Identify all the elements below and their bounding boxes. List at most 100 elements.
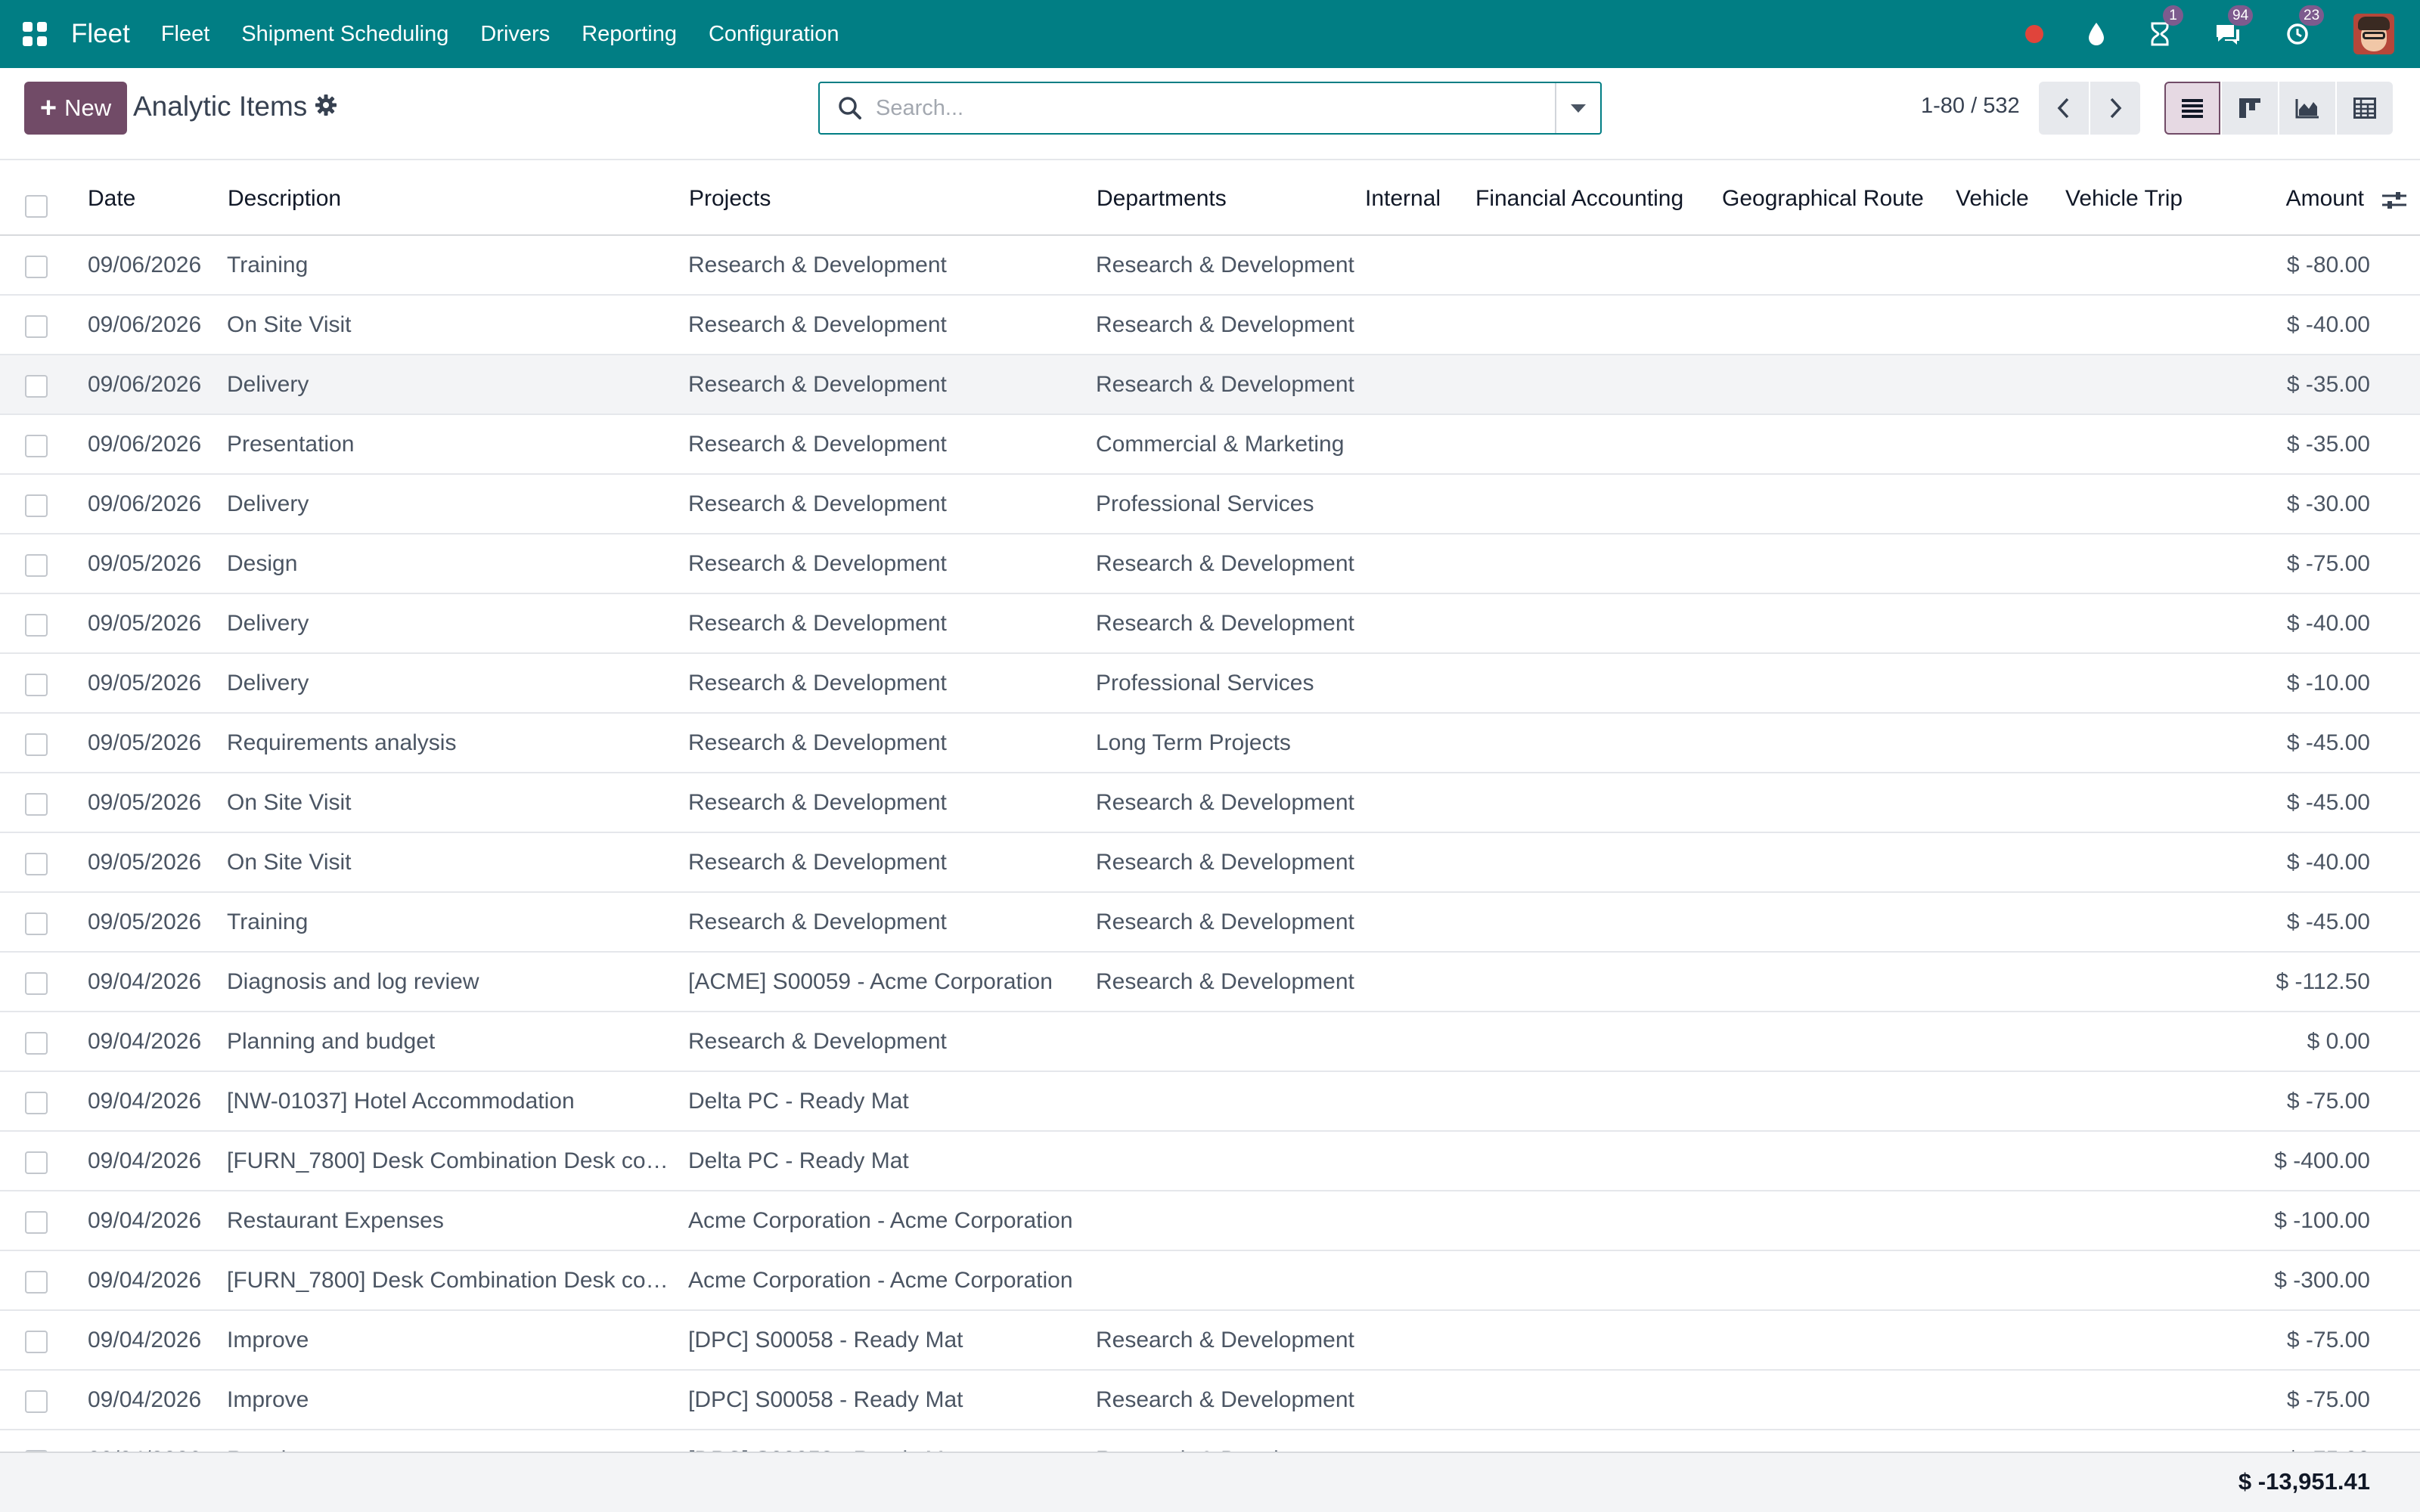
cell-description: [NW-01037] Hotel Accommodation [227, 1089, 575, 1114]
row-select-checkbox[interactable] [25, 315, 48, 338]
gear-icon[interactable] [315, 94, 337, 116]
menu-item-reporting[interactable]: Reporting [566, 22, 693, 47]
row-select-checkbox[interactable] [25, 674, 48, 696]
cell-project: Research & Development [688, 491, 947, 516]
column-header-description[interactable]: Description [228, 186, 341, 212]
cell-department: Research & Development [1096, 312, 1354, 337]
cell-project: Research & Development [688, 790, 947, 815]
table-row[interactable]: 09/06/2026 Presentation Research & Develop… [0, 415, 2420, 475]
cell-project: [DPC] S00058 - Ready Mat [688, 1387, 963, 1412]
row-select-checkbox[interactable] [25, 494, 48, 517]
column-header-date[interactable]: Date [88, 186, 135, 212]
table-row[interactable]: 09/05/2026 On Site Visit Research & Develo… [0, 833, 2420, 893]
cell-amount: $ -75.00 [2286, 1089, 2370, 1114]
row-select-checkbox[interactable] [25, 554, 48, 577]
row-select-checkbox[interactable] [25, 1331, 48, 1353]
graph-view-button[interactable] [2279, 82, 2335, 135]
row-select-checkbox[interactable] [25, 912, 48, 935]
table-row[interactable]: 09/04/2026 Improve [DPC] S00058 - Ready Ma… [0, 1311, 2420, 1371]
search-options-toggle[interactable] [1555, 83, 1600, 133]
activity-icon[interactable]: 1 [2149, 5, 2183, 46]
row-select-checkbox[interactable] [25, 1271, 48, 1294]
table-row[interactable]: 09/04/2026 Improve [DPC] S00058 - Ready Ma… [0, 1371, 2420, 1430]
app-brand[interactable]: Fleet [71, 19, 130, 49]
table-row[interactable]: 09/06/2026 Training Research & Development… [0, 236, 2420, 296]
row-select-checkbox[interactable] [25, 614, 48, 637]
column-header-vehicle-trip[interactable]: Vehicle Trip [2065, 186, 2183, 212]
select-all-checkbox[interactable] [25, 195, 48, 218]
table-row[interactable]: 09/06/2026 On Site Visit Research & Develo… [0, 296, 2420, 355]
table-footer: $ -13,951.41 [0, 1452, 2420, 1512]
table-row[interactable]: 09/05/2026 Design Research & Development Re… [0, 534, 2420, 594]
table-row[interactable]: 09/05/2026 Training Research & Development… [0, 893, 2420, 953]
cell-amount: $ -45.00 [2286, 790, 2370, 815]
search-icon [839, 97, 861, 119]
top-navbar: Fleet Fleet Shipment Scheduling Drivers … [0, 0, 2420, 68]
row-select-checkbox[interactable] [25, 853, 48, 875]
row-select-checkbox[interactable] [25, 1390, 48, 1413]
clock-icon[interactable]: 23 [2285, 5, 2325, 46]
pager-value[interactable]: 1-80 / 532 [1921, 94, 2020, 119]
column-header-vehicle[interactable]: Vehicle [1956, 186, 2029, 212]
pager-next-button[interactable] [2090, 82, 2140, 135]
table-row[interactable]: 09/06/2026 Delivery Research & Development… [0, 475, 2420, 534]
row-select-checkbox[interactable] [25, 733, 48, 756]
table-row[interactable]: 09/04/2026 Planning and budget Research & … [0, 1012, 2420, 1072]
row-select-checkbox[interactable] [25, 793, 48, 816]
cell-description: Improve [227, 1387, 309, 1412]
table-row[interactable]: 09/04/2026Repair[DPC] S00058 - Ready Mat… [0, 1430, 2420, 1452]
table-header: Date Description Projects Departments In… [0, 160, 2420, 236]
cell-amount: $ -75.00 [2286, 1328, 2370, 1352]
kanban-view-button[interactable] [2222, 82, 2278, 135]
column-header-projects[interactable]: Projects [689, 186, 771, 212]
search-input[interactable] [876, 95, 1555, 121]
optional-columns-icon[interactable] [2381, 189, 2408, 212]
column-header-internal[interactable]: Internal [1365, 186, 1441, 212]
column-header-departments[interactable]: Departments [1097, 186, 1227, 212]
cell-description: Delivery [227, 491, 309, 516]
cell-date: 09/06/2026 [88, 312, 202, 337]
apps-menu-icon[interactable] [23, 22, 47, 46]
table-row[interactable]: 09/04/2026 [FURN_7800] Desk Combination D… [0, 1132, 2420, 1191]
cell-date: 09/04/2026 [88, 1148, 202, 1173]
droplet-icon[interactable] [2087, 22, 2105, 46]
row-select-checkbox[interactable] [25, 972, 48, 995]
pager-previous-button[interactable] [2039, 82, 2089, 135]
avatar[interactable] [2353, 14, 2394, 54]
cell-date: 09/05/2026 [88, 671, 202, 696]
cell-description: On Site Visit [227, 850, 352, 875]
menu-item-shipment-scheduling[interactable]: Shipment Scheduling [225, 22, 464, 47]
menu-item-configuration[interactable]: Configuration [693, 22, 855, 47]
chat-icon[interactable]: 94 [2214, 5, 2254, 46]
row-select-checkbox[interactable] [25, 256, 48, 278]
row-select-checkbox[interactable] [25, 1151, 48, 1174]
cell-department: Research & Development [1096, 969, 1354, 994]
cell-amount: $ -45.00 [2286, 909, 2370, 934]
table-row[interactable]: 09/05/2026 On Site Visit Research & Develo… [0, 773, 2420, 833]
menu-item-fleet[interactable]: Fleet [145, 22, 225, 47]
pivot-view-button[interactable] [2337, 82, 2393, 135]
table-row[interactable]: 09/06/2026 Delivery Research & Development… [0, 355, 2420, 415]
row-select-checkbox[interactable] [25, 1211, 48, 1234]
row-select-checkbox[interactable] [25, 1092, 48, 1114]
table-row[interactable]: 09/04/2026 Restaurant Expenses Acme Corpor… [0, 1191, 2420, 1251]
table-row[interactable]: 09/05/2026 Delivery Research & Development… [0, 594, 2420, 654]
column-header-geographical-route[interactable]: Geographical Route [1722, 186, 1924, 212]
table-row[interactable]: 09/04/2026 [NW-01037] Hotel Accommodation… [0, 1072, 2420, 1132]
list-view-button[interactable] [2164, 82, 2220, 135]
row-select-checkbox[interactable] [25, 435, 48, 457]
cell-description: On Site Visit [227, 312, 352, 337]
menu-item-drivers[interactable]: Drivers [464, 22, 566, 47]
column-header-amount[interactable]: Amount [2286, 186, 2364, 212]
table-row[interactable]: 09/04/2026 Diagnosis and log review [ACME]… [0, 953, 2420, 1012]
cell-project: [DPC] S00058 - Ready Mat [688, 1328, 963, 1352]
table-row[interactable]: 09/05/2026 Requirements analysis Research … [0, 714, 2420, 773]
column-header-financial-accounting[interactable]: Financial Accounting [1475, 186, 1683, 212]
table-row[interactable]: 09/04/2026 [FURN_7800] Desk Combination D… [0, 1251, 2420, 1311]
table-row[interactable]: 09/05/2026 Delivery Research & Development… [0, 654, 2420, 714]
row-select-checkbox[interactable] [25, 1032, 48, 1055]
row-select-checkbox[interactable] [25, 375, 48, 398]
new-button[interactable]: + New [24, 82, 127, 135]
record-icon[interactable] [2025, 25, 2043, 43]
cell-project: Research & Development [688, 850, 947, 875]
